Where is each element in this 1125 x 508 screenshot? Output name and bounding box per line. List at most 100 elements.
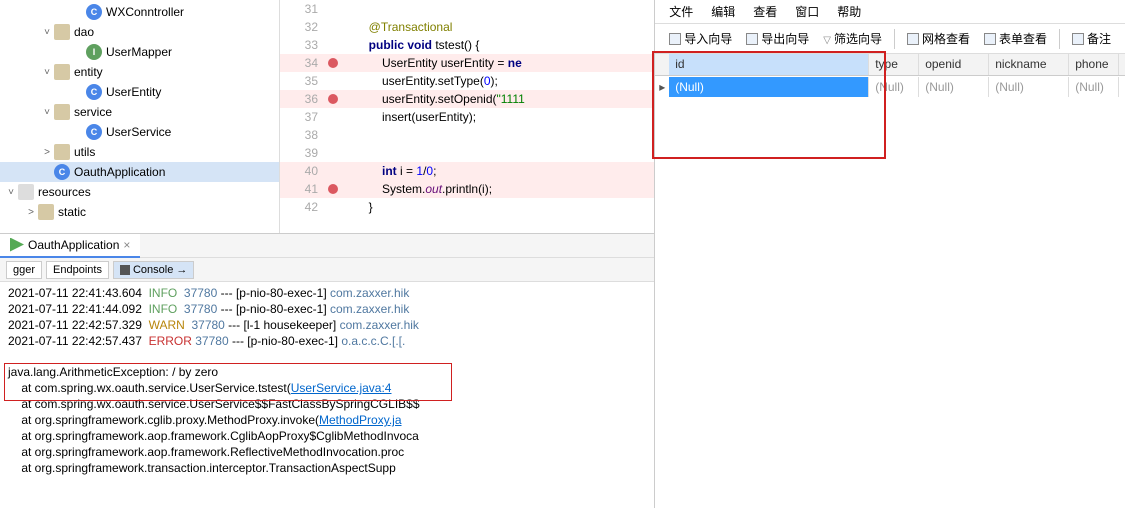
class-c-icon: C (54, 164, 70, 180)
col-header-phone[interactable]: phone (1069, 54, 1119, 75)
tree-label: OauthApplication (74, 165, 165, 179)
grid-header: idtypeopenidnicknamephone (655, 54, 1125, 76)
line-number: 36 (280, 92, 324, 106)
sq-icon (907, 33, 919, 45)
menu-文件[interactable]: 文件 (669, 3, 693, 20)
folder-icon (54, 24, 70, 40)
run-tab[interactable]: OauthApplication × (0, 234, 140, 258)
code-line[interactable]: 39 (280, 144, 654, 162)
stack-link[interactable]: UserService.java:4 (291, 381, 392, 395)
col-header-openid[interactable]: openid (919, 54, 989, 75)
tree-item-usermapper[interactable]: IUserMapper (0, 42, 279, 62)
code-line[interactable]: 34 UserEntity userEntity = ne (280, 54, 654, 72)
code-line[interactable]: 31 (280, 0, 654, 18)
tree-item-service[interactable]: ˅service (0, 102, 279, 122)
col-header-type[interactable]: type (869, 54, 919, 75)
code-text: int i = 1/0; (342, 164, 654, 178)
interface-i-icon: I (86, 44, 102, 60)
db-btn-网格查看[interactable]: 网格查看 (903, 28, 974, 49)
expand-icon[interactable]: ˃ (40, 147, 54, 158)
folder-icon (38, 204, 54, 220)
db-btn-筛选向导[interactable]: 筛选向导 (819, 28, 886, 49)
stack-line: at org.springframework.aop.framework.Ref… (8, 445, 646, 461)
expand-icon[interactable]: ˅ (4, 187, 18, 198)
run-tab-label: OauthApplication (28, 238, 119, 252)
tree-label: UserService (106, 125, 171, 139)
code-editor[interactable]: 3132 @Transactional33 public void tstest… (280, 0, 654, 233)
code-text: @Transactional (342, 20, 654, 34)
log-line: 2021-07-11 22:42:57.329 WARN 37780 --- [… (8, 318, 646, 334)
code-line[interactable]: 42 } (280, 198, 654, 216)
close-icon[interactable]: × (123, 238, 130, 252)
breakpoint-icon[interactable] (324, 184, 342, 194)
db-btn-备注[interactable]: 备注 (1068, 28, 1115, 49)
grid-row[interactable]: ▸(Null)(Null)(Null)(Null)(Null) (655, 76, 1125, 98)
tree-item-resources[interactable]: ˅resources (0, 182, 279, 202)
code-line[interactable]: 38 (280, 126, 654, 144)
col-header-nickname[interactable]: nickname (989, 54, 1069, 75)
cell[interactable]: (Null) (919, 77, 989, 97)
folder-icon (54, 144, 70, 160)
cell[interactable]: (Null) (669, 77, 869, 97)
line-number: 40 (280, 164, 324, 178)
code-line[interactable]: 35 userEntity.setType(0); (280, 72, 654, 90)
tree-label: UserEntity (106, 85, 161, 99)
tree-item-wxconntroller[interactable]: C WXConntroller (0, 2, 279, 22)
expand-icon[interactable]: ˃ (24, 207, 38, 218)
tree-item-dao[interactable]: ˅dao (0, 22, 279, 42)
folder-icon (54, 104, 70, 120)
project-tree[interactable]: CWXConntroller˅daoIUserMapper˅entityCUse… (0, 0, 280, 233)
db-grid[interactable]: idtypeopenidnicknamephone ▸(Null)(Null)(… (655, 54, 1125, 508)
log-line: 2021-07-11 22:41:43.604 INFO 37780 --- [… (8, 286, 646, 302)
code-text: public void tstest() { (342, 38, 654, 52)
line-number: 32 (280, 20, 324, 34)
code-line[interactable]: 36 userEntity.setOpenid("1111 (280, 90, 654, 108)
code-text: } (342, 200, 654, 214)
db-btn-导出向导[interactable]: 导出向导 (742, 28, 813, 49)
code-line[interactable]: 40 int i = 1/0; (280, 162, 654, 180)
tree-item-userentity[interactable]: C UserEntity (0, 82, 279, 102)
col-header-id[interactable]: id (669, 54, 869, 75)
tree-label: static (58, 205, 86, 219)
tree-label: WXConntroller (106, 5, 184, 19)
code-line[interactable]: 32 @Transactional (280, 18, 654, 36)
line-number: 31 (280, 2, 324, 16)
code-line[interactable]: 37 insert(userEntity); (280, 108, 654, 126)
line-number: 33 (280, 38, 324, 52)
db-btn-表单查看[interactable]: 表单查看 (980, 28, 1051, 49)
sq-icon (984, 33, 996, 45)
log-line: 2021-07-11 22:41:44.092 INFO 37780 --- [… (8, 302, 646, 318)
code-line[interactable]: 41 System.out.println(i); (280, 180, 654, 198)
menu-编辑[interactable]: 编辑 (711, 3, 735, 20)
expand-icon[interactable]: ˅ (40, 27, 54, 38)
menu-窗口[interactable]: 窗口 (795, 3, 819, 20)
cell[interactable]: (Null) (989, 77, 1069, 97)
cell[interactable]: (Null) (869, 77, 919, 97)
breakpoint-icon[interactable] (324, 58, 342, 68)
class-c-icon: C (86, 84, 102, 100)
tree-item-userservice[interactable]: CUserService (0, 122, 279, 142)
tree-item-utils[interactable]: ˃utils (0, 142, 279, 162)
run-tab-bar: OauthApplication × (0, 234, 654, 258)
tool-chip-endpoints[interactable]: Endpoints (46, 261, 109, 279)
tree-item-entity[interactable]: ˅entity (0, 62, 279, 82)
code-text: System.out.println(i); (342, 182, 654, 196)
ide-pane: CWXConntroller˅daoIUserMapper˅entityCUse… (0, 0, 655, 508)
class-c-icon: C (86, 4, 102, 20)
stack-line: at org.springframework.cglib.proxy.Metho… (8, 413, 646, 429)
tool-chip-console[interactable]: Console → (113, 261, 194, 279)
console-output[interactable]: 2021-07-11 22:41:43.604 INFO 37780 --- [… (0, 282, 654, 508)
breakpoint-icon[interactable] (324, 94, 342, 104)
expand-icon[interactable]: ˅ (40, 67, 54, 78)
tree-item-oauthapplication[interactable]: C OauthApplication (0, 162, 279, 182)
tree-item-static[interactable]: ˃ static (0, 202, 279, 222)
code-line[interactable]: 33 public void tstest() { (280, 36, 654, 54)
cell[interactable]: (Null) (1069, 77, 1119, 97)
sq-icon (1072, 33, 1084, 45)
stack-link[interactable]: MethodProxy.ja (319, 413, 401, 427)
menu-帮助[interactable]: 帮助 (837, 3, 861, 20)
expand-icon[interactable]: ˅ (40, 107, 54, 118)
db-btn-导入向导[interactable]: 导入向导 (665, 28, 736, 49)
menu-查看[interactable]: 查看 (753, 3, 777, 20)
tool-chip-gger[interactable]: gger (6, 261, 42, 279)
